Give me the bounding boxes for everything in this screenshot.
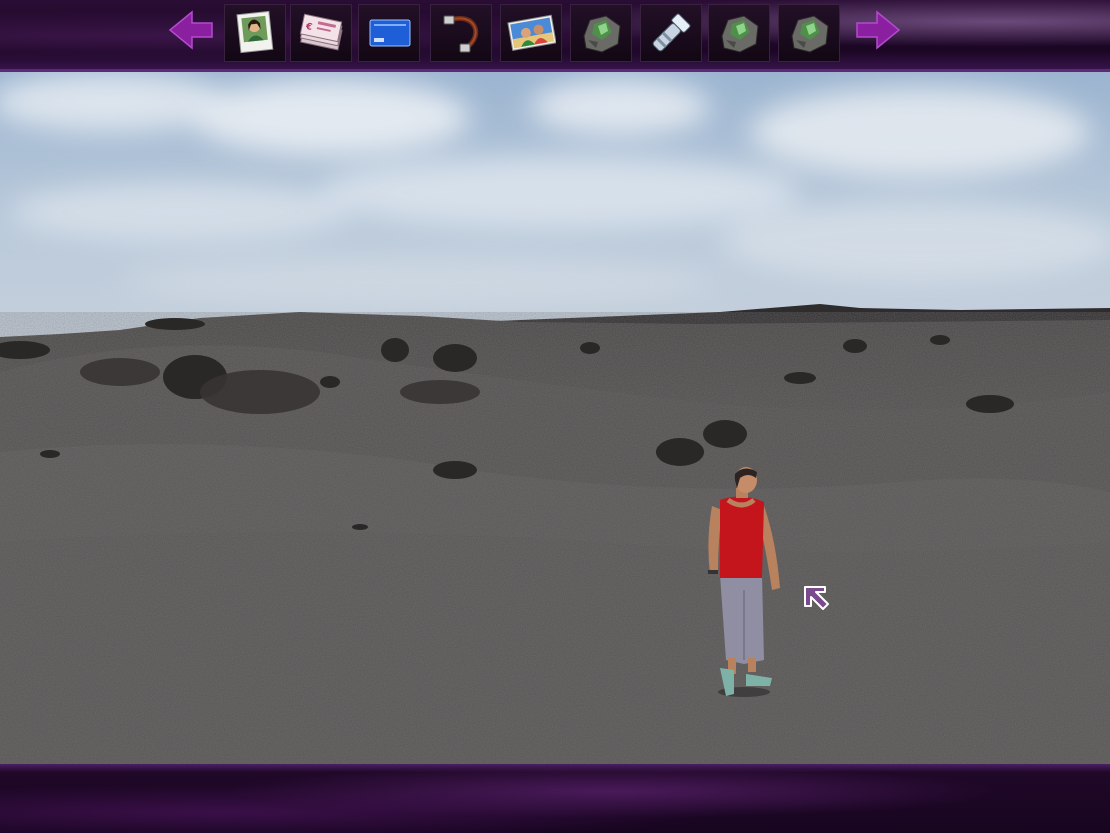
inventory-slot-3[interactable]: [358, 4, 420, 62]
arrow-left-icon[interactable]: [168, 8, 216, 52]
inventory-slot-6[interactable]: [570, 4, 632, 62]
inventory-bar: €: [0, 0, 1110, 72]
green-crystal-rock-icon: [583, 15, 621, 53]
green-crystal-rock-icon: [721, 15, 759, 53]
blue-card-icon: [369, 19, 411, 47]
inventory-slot-1[interactable]: [224, 4, 286, 62]
inventory-slot-5[interactable]: [500, 4, 562, 62]
message-bar: [0, 764, 1110, 833]
inventory-slot-9[interactable]: [778, 4, 840, 62]
banknotes-icon: €: [299, 13, 343, 51]
flashlight-icon: [652, 13, 691, 52]
cursor-arrow-icon: [804, 586, 829, 610]
cable-icon: [443, 15, 479, 53]
inventory-slot-8[interactable]: [708, 4, 770, 62]
inventory-slot-7[interactable]: [640, 4, 702, 62]
game-scene[interactable]: [0, 72, 1110, 764]
inventory-slot-2[interactable]: €: [290, 4, 352, 62]
green-crystal-rock-icon: [791, 15, 829, 53]
inventory-slot-4[interactable]: [430, 4, 492, 62]
arrow-right-icon[interactable]: [853, 8, 901, 52]
holiday-photo-icon: [507, 14, 556, 52]
photo-portrait-icon: [236, 10, 274, 54]
